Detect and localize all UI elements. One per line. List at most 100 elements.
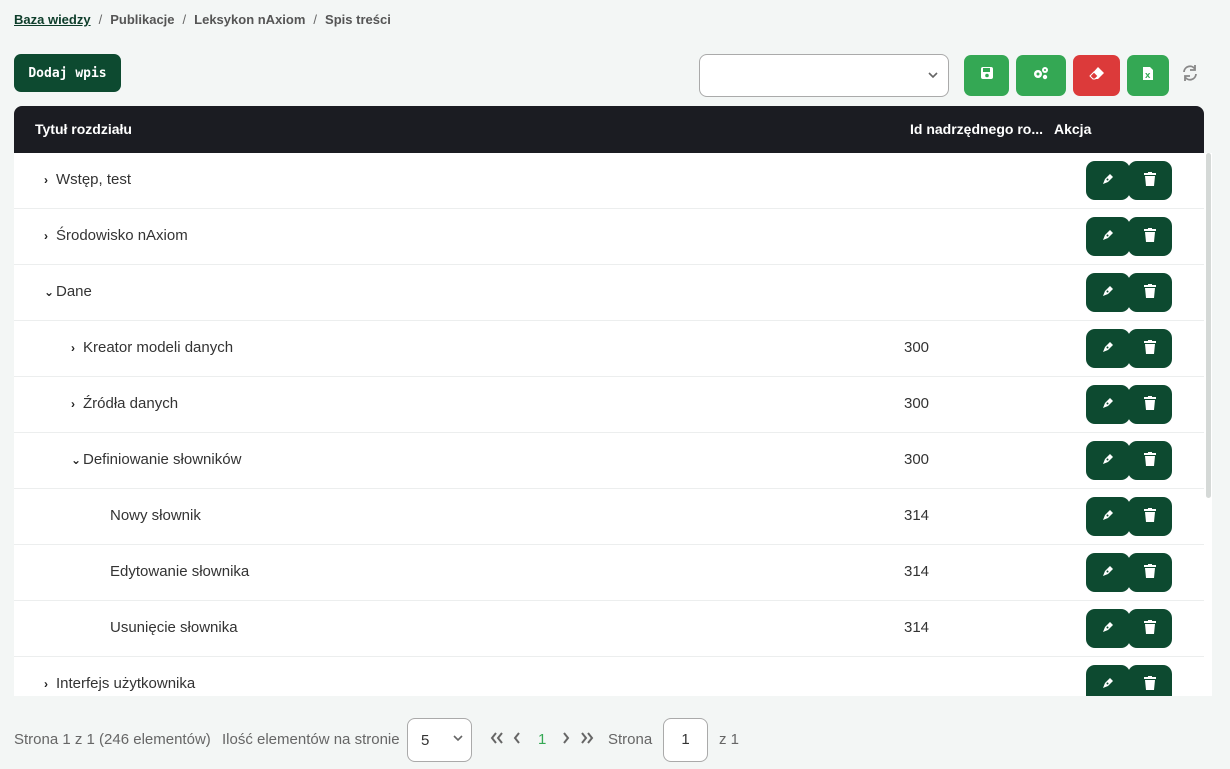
save-button[interactable]	[964, 55, 1009, 96]
refresh-icon[interactable]	[1180, 62, 1200, 84]
excel-icon: X	[1142, 66, 1154, 86]
pen-icon	[1101, 172, 1115, 190]
table-row[interactable]: › Źródła danych 300	[14, 377, 1204, 433]
trash-icon	[1144, 563, 1156, 582]
pen-icon	[1101, 396, 1115, 414]
table-row[interactable]: ⌄ Definiowanie słowników 300	[14, 433, 1204, 489]
trash-icon	[1144, 507, 1156, 526]
row-parent-id: 314	[904, 563, 930, 580]
table-row[interactable]: › Wstęp, test	[14, 153, 1204, 209]
row-title-text: Nowy słownik	[110, 507, 201, 524]
settings-button[interactable]	[1016, 55, 1066, 96]
edit-button[interactable]	[1086, 553, 1130, 592]
table-row[interactable]: Edytowanie słownika 314	[14, 545, 1204, 601]
chevron-down-icon[interactable]: ⌄	[44, 285, 56, 299]
delete-button[interactable]	[1128, 273, 1172, 312]
settings-icon	[1032, 66, 1050, 85]
edit-button[interactable]	[1086, 665, 1130, 696]
table-row[interactable]: › Środowisko nAxiom	[14, 209, 1204, 265]
edit-button[interactable]	[1086, 161, 1130, 200]
row-title: › Wstęp, test	[44, 171, 131, 188]
chevron-right-icon[interactable]: ›	[44, 173, 56, 187]
delete-button[interactable]	[1128, 161, 1172, 200]
export-excel-button[interactable]: X	[1127, 55, 1169, 96]
edit-button[interactable]	[1086, 497, 1130, 536]
total-pages-label: z 1	[719, 731, 740, 748]
page-size-label: Ilość elementów na stronie	[222, 731, 400, 748]
first-page-icon[interactable]	[490, 731, 504, 747]
delete-button[interactable]	[1128, 217, 1172, 256]
breadcrumb-item-current: Spis treści	[325, 12, 391, 27]
row-parent-id: 300	[904, 339, 930, 356]
table-row[interactable]: Usunięcie słownika 314	[14, 601, 1204, 657]
chevron-down-icon[interactable]: ⌄	[71, 453, 83, 467]
filter-select[interactable]	[699, 54, 949, 97]
column-header-title[interactable]: Tytuł rozdziału	[35, 121, 132, 137]
save-icon	[980, 66, 994, 85]
chevron-right-icon[interactable]: ›	[44, 677, 56, 691]
row-title-text: Usunięcie słownika	[110, 619, 238, 636]
table-row[interactable]: ⌄ Dane	[14, 265, 1204, 321]
table-row[interactable]: Nowy słownik 314	[14, 489, 1204, 545]
pagination-summary: Strona 1 z 1 (246 elementów)	[14, 731, 211, 748]
pen-icon	[1101, 564, 1115, 582]
row-title: Usunięcie słownika	[110, 619, 238, 636]
current-page-number[interactable]: 1	[538, 731, 546, 748]
scrollbar-thumb[interactable]	[1206, 153, 1211, 498]
table-row[interactable]: › Interfejs użytkownika	[14, 657, 1204, 696]
pen-icon	[1101, 284, 1115, 302]
row-title: › Interfejs użytkownika	[44, 675, 195, 692]
breadcrumb-item-leksykon[interactable]: Leksykon nAxiom	[194, 12, 305, 27]
edit-button[interactable]	[1086, 609, 1130, 648]
breadcrumb-item-publikacje[interactable]: Publikacje	[110, 12, 174, 27]
last-page-icon[interactable]	[580, 731, 594, 747]
chevron-down-icon	[928, 69, 938, 83]
breadcrumb-link-baza-wiedzy[interactable]: Baza wiedzy	[14, 12, 91, 27]
chevron-right-icon[interactable]: ›	[44, 229, 56, 243]
row-title: Edytowanie słownika	[110, 563, 249, 580]
edit-button[interactable]	[1086, 329, 1130, 368]
chevron-right-icon[interactable]: ›	[71, 397, 83, 411]
clear-button[interactable]	[1073, 55, 1120, 96]
edit-button[interactable]	[1086, 273, 1130, 312]
delete-button[interactable]	[1128, 441, 1172, 480]
row-title: Nowy słownik	[110, 507, 201, 524]
pen-icon	[1101, 620, 1115, 638]
delete-button[interactable]	[1128, 497, 1172, 536]
trash-icon	[1144, 675, 1156, 694]
chevron-right-icon[interactable]: ›	[71, 341, 83, 355]
page-number-input[interactable]: 1	[663, 718, 708, 762]
trash-icon	[1144, 395, 1156, 414]
trash-icon	[1144, 283, 1156, 302]
row-title: › Kreator modeli danych	[71, 339, 233, 356]
row-title-text: Definiowanie słowników	[83, 451, 242, 468]
delete-button[interactable]	[1128, 665, 1172, 696]
pen-icon	[1101, 340, 1115, 358]
row-title: ⌄ Dane	[44, 283, 92, 300]
breadcrumb-separator: /	[98, 12, 103, 27]
edit-button[interactable]	[1086, 217, 1130, 256]
row-title-text: Źródła danych	[83, 395, 179, 412]
table-header: Tytuł rozdziału Id nadrzędnego ro... Akc…	[14, 106, 1204, 153]
pagination: Strona 1 z 1 (246 elementów) Ilość eleme…	[14, 718, 814, 762]
delete-button[interactable]	[1128, 329, 1172, 368]
row-title: ⌄ Definiowanie słowników	[71, 451, 241, 468]
page-size-select[interactable]: 5	[407, 718, 472, 762]
delete-button[interactable]	[1128, 553, 1172, 592]
prev-page-icon[interactable]	[513, 731, 521, 747]
column-header-parent-id[interactable]: Id nadrzędnego ro...	[910, 121, 1043, 137]
table-body: › Wstęp, test › Środowisko nAxiom ⌄ Dane…	[14, 153, 1204, 696]
row-title-text: Kreator modeli danych	[83, 339, 234, 356]
delete-button[interactable]	[1128, 385, 1172, 424]
page-size-value: 5	[421, 732, 430, 749]
trash-icon	[1144, 451, 1156, 470]
add-entry-button[interactable]: Dodaj wpis	[14, 54, 121, 92]
row-title: › Środowisko nAxiom	[44, 227, 188, 244]
trash-icon	[1144, 619, 1156, 638]
delete-button[interactable]	[1128, 609, 1172, 648]
next-page-icon[interactable]	[562, 731, 570, 747]
row-title-text: Dane	[56, 283, 92, 300]
edit-button[interactable]	[1086, 385, 1130, 424]
table-row[interactable]: › Kreator modeli danych 300	[14, 321, 1204, 377]
edit-button[interactable]	[1086, 441, 1130, 480]
